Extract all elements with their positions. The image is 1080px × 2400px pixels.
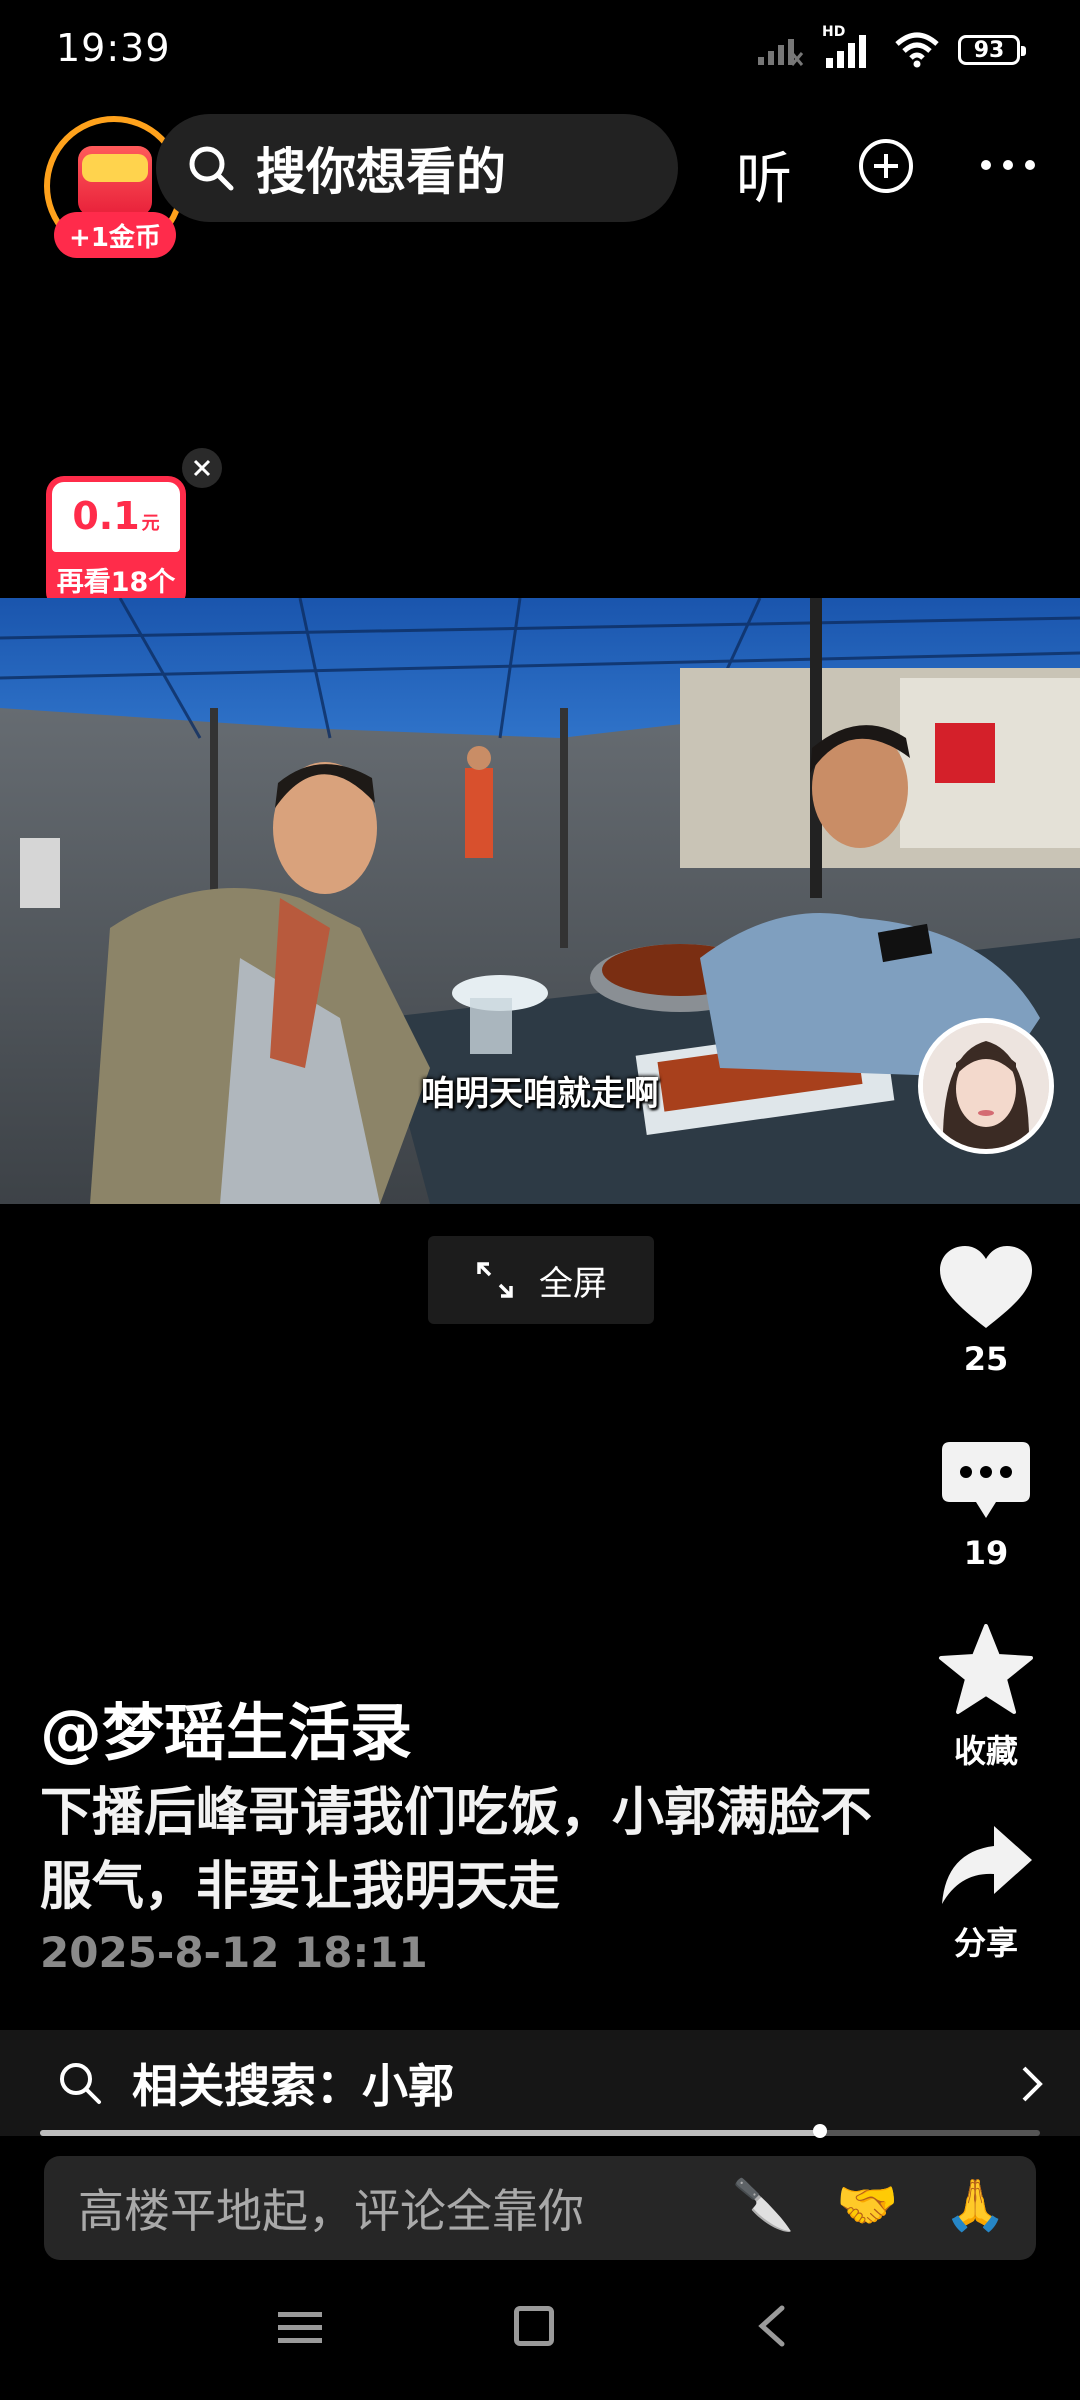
wifi-icon: [895, 32, 939, 68]
coin-badge[interactable]: +1金币: [54, 212, 176, 258]
reward-unit: 元: [141, 513, 160, 534]
comment-button[interactable]: 19: [930, 1440, 1042, 1572]
reward-label: 再看18个: [56, 567, 176, 598]
search-icon: [60, 2063, 101, 2104]
video-subtitle: 咱明天咱就走啊: [421, 1074, 659, 1114]
search-bar[interactable]: 搜你想看的: [156, 114, 678, 222]
search-icon: [189, 146, 234, 191]
comment-count: 19: [963, 1534, 1009, 1572]
comment-icon: [942, 1442, 1030, 1518]
status-icons: HD 93: [756, 24, 1026, 70]
red-envelope-icon[interactable]: [78, 146, 152, 216]
favorite-label: 收藏: [953, 1732, 1018, 1770]
share-button[interactable]: 分享: [930, 1822, 1042, 1964]
reward-amount: 0.1: [72, 494, 140, 538]
close-icon[interactable]: [182, 448, 222, 488]
share-label: 分享: [953, 1924, 1018, 1962]
status-time: 19:39: [56, 26, 171, 70]
star-icon: [939, 1624, 1033, 1714]
comment-placeholder: 高楼平地起，评论全靠你: [78, 2184, 584, 2238]
reward-card[interactable]: 0.1 元 再看18个: [46, 476, 186, 610]
fullscreen-button[interactable]: 全屏: [428, 1236, 654, 1324]
video-progress-fill: [40, 2130, 820, 2136]
signal-off-icon: [758, 39, 804, 66]
share-icon: [942, 1826, 1032, 1904]
video-player[interactable]: 咱明天咱就走啊: [0, 598, 1080, 1204]
author-name[interactable]: @梦瑶生活录: [40, 1682, 412, 1772]
like-button[interactable]: 25: [930, 1244, 1042, 1378]
more-icon[interactable]: [978, 150, 1038, 180]
handshake-emoji-icon[interactable]: 🤝: [836, 2176, 898, 2235]
home-icon[interactable]: [514, 2306, 554, 2346]
menu-icon[interactable]: [278, 2310, 322, 2346]
related-search-label: 相关搜索：小郭: [132, 2059, 454, 2113]
like-count: 25: [963, 1340, 1009, 1378]
back-icon[interactable]: [752, 2304, 792, 2348]
expand-icon: [477, 1262, 513, 1298]
chevron-right-icon: [1022, 2066, 1043, 2102]
video-description: 下播后峰哥请我们吃饭，小郭满脸不服气，非要让我明天走: [40, 1783, 873, 1917]
listen-button[interactable]: 听: [736, 134, 792, 215]
favorite-button[interactable]: 收藏: [930, 1624, 1042, 1772]
publish-date: 2025-8-12 18:11: [40, 1928, 428, 1977]
pray-emoji-icon[interactable]: 🙏: [944, 2176, 1006, 2235]
battery-icon: 93: [958, 35, 1026, 65]
signal-icon: HD: [822, 24, 876, 70]
cleaver-emoji-icon[interactable]: 🔪: [732, 2176, 794, 2235]
live-streamer-avatar[interactable]: [918, 1018, 1054, 1154]
video-progress-knob[interactable]: [813, 2124, 827, 2138]
add-icon[interactable]: [858, 138, 914, 194]
fullscreen-label: 全屏: [539, 1263, 607, 1304]
heart-icon: [940, 1246, 1032, 1328]
search-placeholder: 搜你想看的: [256, 143, 506, 201]
related-search-bar[interactable]: 相关搜索：小郭: [0, 2030, 1080, 2136]
